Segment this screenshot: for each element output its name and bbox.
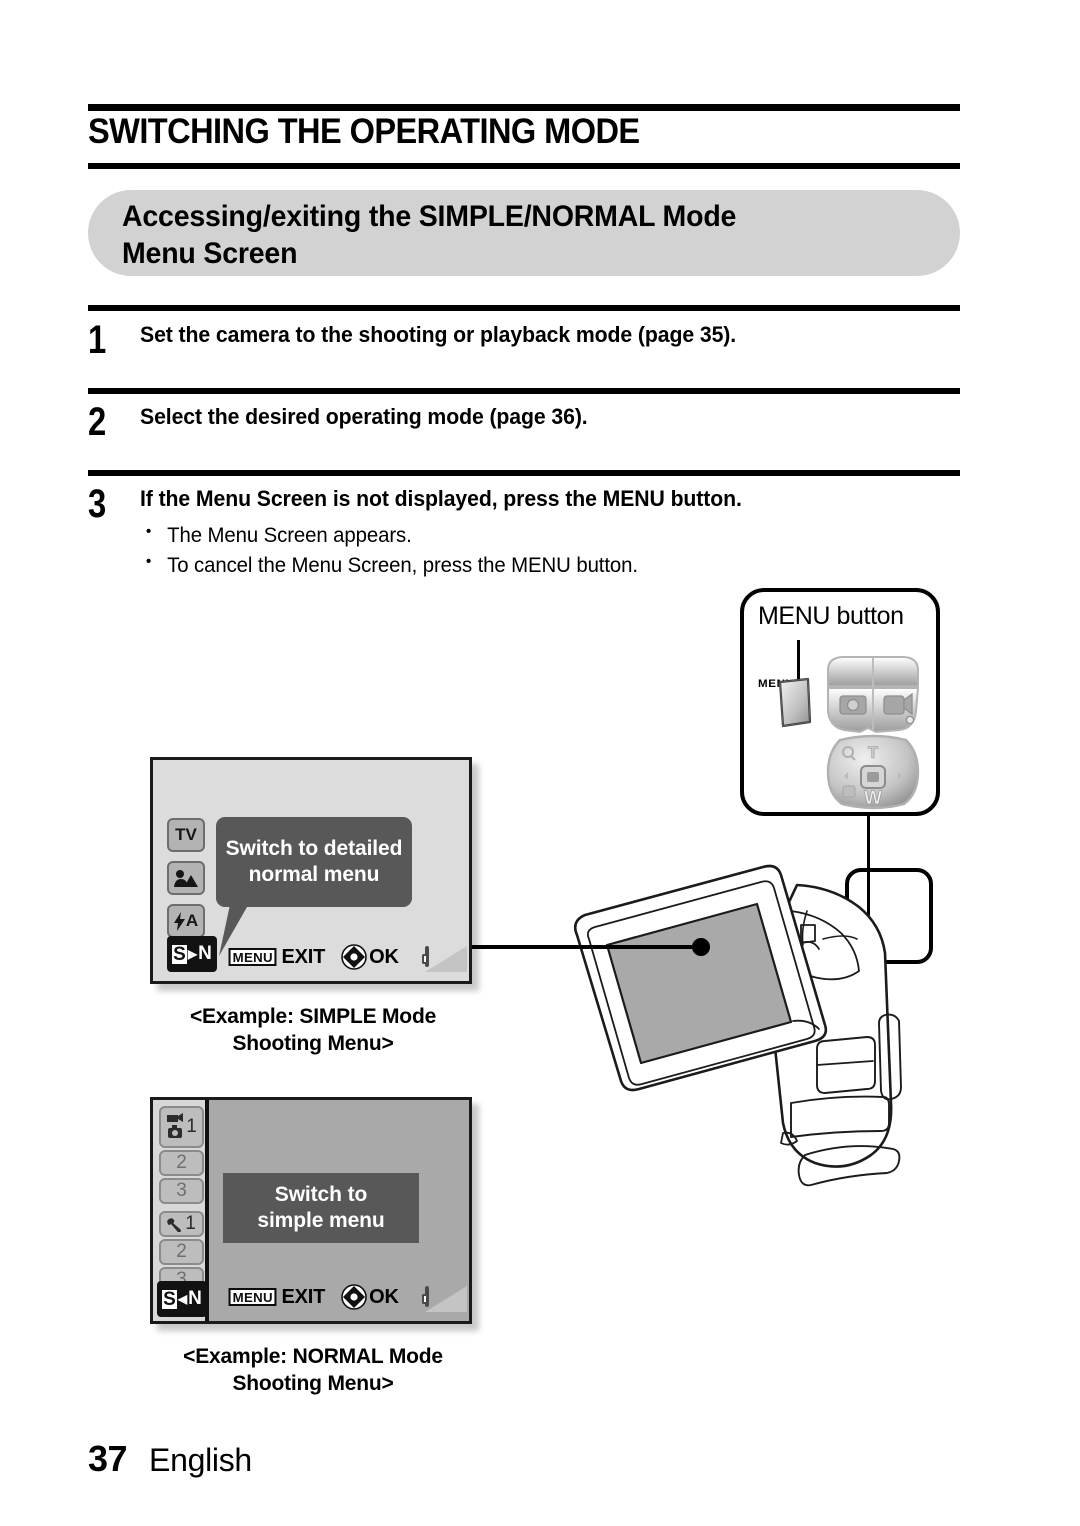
ok-label: OK xyxy=(369,945,399,968)
battery-nub xyxy=(421,1294,426,1304)
step-1-rule xyxy=(88,305,960,311)
shooting-tab-2-num: 2 xyxy=(176,1152,187,1173)
shooting-tab-3-num: 3 xyxy=(176,1180,187,1201)
battery-nub xyxy=(421,954,426,964)
manual-page: SWITCHING THE OPERATING MODE Accessing/e… xyxy=(0,0,1080,1526)
joystick-icon[interactable] xyxy=(341,944,367,970)
page-number: 37 xyxy=(88,1438,128,1479)
setup-tab-2-num: 2 xyxy=(176,1241,187,1262)
step-1-text: Set the camera to the shooting or playba… xyxy=(140,322,737,347)
joystick-icon[interactable] xyxy=(341,1284,367,1310)
scene-icon[interactable] xyxy=(167,861,205,895)
shooting-tab-3[interactable]: 3 xyxy=(159,1178,204,1204)
flash-auto-letter: A xyxy=(185,911,199,930)
ok-label: OK xyxy=(369,1285,399,1308)
camera-icon xyxy=(167,1113,184,1138)
simple-mode-menu-screen: TV A S ▶ N Switch to detailed normal menu xyxy=(150,757,472,984)
step-3-bullet-2: To cancel the Menu Screen, press the MEN… xyxy=(140,550,943,581)
lcd-leader-line xyxy=(472,945,702,949)
step-3: 3 If the Menu Screen is not displayed, p… xyxy=(88,482,968,582)
step-1-number: 1 xyxy=(88,318,107,362)
battery-icon xyxy=(421,1286,429,1307)
simple-mode-status-bar: MENU EXIT OK xyxy=(153,939,469,975)
tv-icon[interactable]: TV xyxy=(167,818,205,852)
normal-mode-caption: <Example: NORMAL Mode Shooting Menu> xyxy=(183,1345,443,1396)
flash-bolt-glyph xyxy=(173,911,185,931)
step-3-bullet-1: The Menu Screen appears. xyxy=(140,520,943,551)
zoom-dial-icon: T W xyxy=(826,734,920,809)
menu-key-icon xyxy=(778,677,812,728)
setup-tab-1-num: 1 xyxy=(185,1213,196,1234)
step-3-rule xyxy=(88,470,960,476)
svg-text:T: T xyxy=(868,743,879,762)
header-rule-bottom xyxy=(88,163,960,169)
shooting-tab-1-num: 1 xyxy=(186,1116,197,1137)
normal-mode-menu-screen: 1 2 3 1 2 3 S ◀ N Switch to simple menu … xyxy=(150,1097,472,1324)
tv-icon-label: TV xyxy=(175,825,197,844)
scene-icon-glyph xyxy=(174,870,198,887)
step-2-rule xyxy=(88,388,960,394)
flash-auto-icon[interactable]: A xyxy=(167,904,205,938)
step-3-bullets: The Menu Screen appears. To cancel the M… xyxy=(140,520,968,582)
simple-mode-caption: <Example: SIMPLE Mode Shooting Menu> xyxy=(189,1005,437,1056)
step-2-number: 2 xyxy=(88,400,107,444)
shooting-tab-1[interactable]: 1 xyxy=(159,1106,204,1148)
camcorder-illustration xyxy=(573,864,902,1187)
camera-controls-artwork: T W xyxy=(778,656,920,809)
normal-mode-tooltip: Switch to simple menu xyxy=(223,1173,419,1243)
step-3-number: 3 xyxy=(88,482,107,526)
setup-tab-2[interactable]: 2 xyxy=(159,1239,204,1265)
header-rule-top xyxy=(88,104,960,111)
page-footer: 37 English xyxy=(88,1438,252,1480)
battery-icon xyxy=(421,946,429,967)
simple-mode-icon-strip: TV A xyxy=(167,818,207,947)
menu-button-callout: MENU button MENU T W xyxy=(740,588,940,816)
setup-tab-1[interactable]: 1 xyxy=(159,1211,204,1237)
lcd-leader-dot xyxy=(692,938,710,956)
page-title: SWITCHING THE OPERATING MODE xyxy=(88,112,640,151)
menu-badge-icon[interactable]: MENU xyxy=(228,1287,277,1307)
exit-label: EXIT xyxy=(281,1285,326,1308)
simple-mode-tooltip: Switch to detailed normal menu xyxy=(216,817,412,907)
shooting-tab-2[interactable]: 2 xyxy=(159,1150,204,1176)
menu-badge-icon[interactable]: MENU xyxy=(228,947,277,967)
footer-language: English xyxy=(149,1442,252,1478)
photo-movie-buttons-icon xyxy=(827,656,920,734)
section-banner: Accessing/exiting the SIMPLE/NORMAL Mode… xyxy=(88,190,960,276)
step-2-text: Select the desired operating mode (page … xyxy=(140,404,588,429)
section-title: Accessing/exiting the SIMPLE/NORMAL Mode… xyxy=(122,200,737,271)
step-2: 2 Select the desired operating mode (pag… xyxy=(88,400,968,444)
wrench-icon xyxy=(167,1217,182,1232)
normal-mode-status-bar: MENU EXIT OK xyxy=(153,1279,469,1315)
step-1: 1 Set the camera to the shooting or play… xyxy=(88,318,968,362)
svg-text:W: W xyxy=(864,788,882,809)
step-3-text: If the Menu Screen is not displayed, pre… xyxy=(140,486,742,511)
exit-label: EXIT xyxy=(281,945,326,968)
